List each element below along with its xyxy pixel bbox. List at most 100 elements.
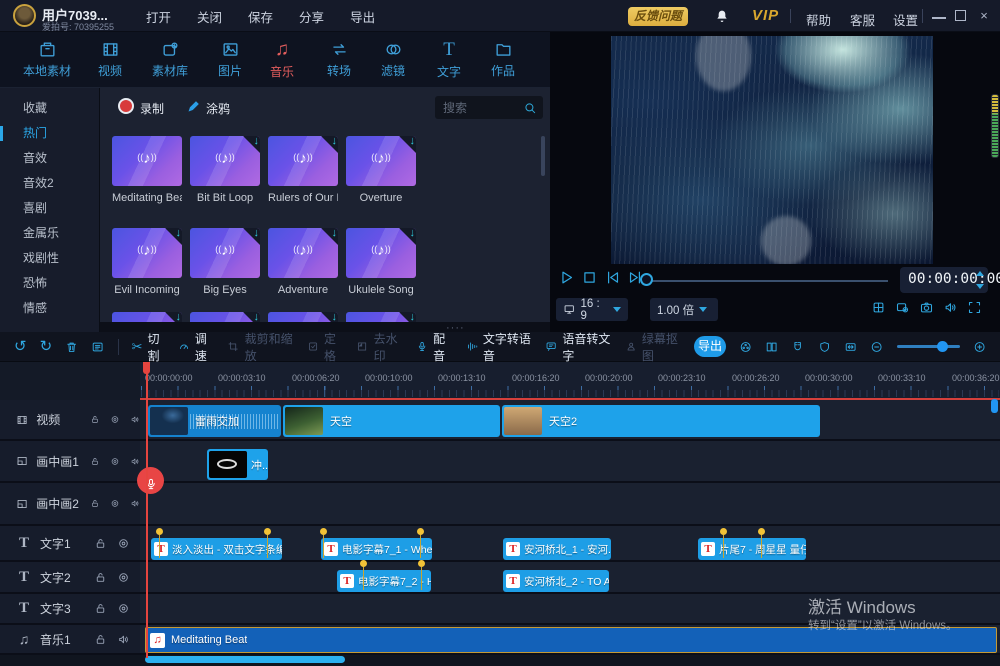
zoom-slider-handle[interactable] xyxy=(937,341,948,352)
timeline-horizontal-scrollbar[interactable] xyxy=(145,656,345,663)
doodle-button[interactable]: 涂鸦 xyxy=(206,100,230,117)
menu-share[interactable]: 分享 xyxy=(299,7,324,26)
category-comedy[interactable]: 喜剧 xyxy=(0,196,100,221)
panel-scrollbar[interactable] xyxy=(541,136,545,176)
fullscreen-icon[interactable] xyxy=(967,300,982,315)
zoom-in-icon[interactable] xyxy=(973,339,986,355)
music-card[interactable]: ♪ ↓ Ukulele Song xyxy=(346,228,416,296)
export-button[interactable]: 导出 xyxy=(694,336,726,357)
menu-open[interactable]: 打开 xyxy=(146,7,171,26)
eye-icon[interactable] xyxy=(110,455,120,468)
clip-text[interactable]: T 淡入淡出 - 双击文字条编辑 xyxy=(151,538,282,560)
tool-remove-watermark[interactable]: 去水印 xyxy=(356,330,403,364)
feedback-button[interactable]: 反馈问题 xyxy=(628,7,688,26)
eye-icon[interactable] xyxy=(117,571,130,584)
keyframe-reel-icon[interactable] xyxy=(739,339,752,355)
tool-text-to-speech[interactable]: 文字转语音 xyxy=(466,330,533,364)
shield-icon[interactable] xyxy=(818,339,831,355)
speaker-icon[interactable] xyxy=(130,413,140,426)
speaker-icon[interactable] xyxy=(130,455,140,468)
download-icon[interactable]: ↓ xyxy=(254,312,260,323)
keyframe-pin[interactable] xyxy=(156,528,163,535)
seek-bar[interactable] xyxy=(648,280,888,282)
lock-icon[interactable] xyxy=(90,497,100,510)
download-icon[interactable]: ↓ xyxy=(410,136,416,147)
skip-to-start-button[interactable] xyxy=(604,269,621,286)
keyframe-pin[interactable] xyxy=(418,560,425,567)
search-icon[interactable] xyxy=(523,100,537,115)
undo-icon[interactable]: ↺ xyxy=(14,339,27,355)
download-icon[interactable]: ↓ xyxy=(254,136,260,147)
tab-stock-library[interactable]: 素材库 xyxy=(138,40,202,79)
download-icon[interactable]: ↓ xyxy=(254,228,260,239)
vip-badge[interactable]: VIP xyxy=(752,7,779,24)
download-icon[interactable]: ↓ xyxy=(410,312,416,323)
stop-button[interactable] xyxy=(581,269,598,286)
track-manager-icon[interactable] xyxy=(91,339,104,355)
speaker-icon[interactable] xyxy=(130,497,140,510)
lock-icon[interactable] xyxy=(94,537,107,550)
seek-handle[interactable] xyxy=(640,273,653,286)
download-icon[interactable]: ↓ xyxy=(176,312,182,323)
tab-works[interactable]: 作品 xyxy=(471,40,535,79)
clip-text[interactable]: T 电影字幕7_1 - Whe... xyxy=(321,538,432,560)
category-sfx[interactable]: 音效 xyxy=(0,146,100,171)
screen-record-icon[interactable] xyxy=(895,300,910,315)
maximize-button[interactable] xyxy=(955,10,966,21)
keyframe-pin[interactable] xyxy=(360,560,367,567)
category-dramatic[interactable]: 戏剧性 xyxy=(0,246,100,271)
eye-icon[interactable] xyxy=(117,602,130,615)
tab-music[interactable]: ♫ 音乐 xyxy=(250,40,314,80)
tab-local-media[interactable]: 本地素材 xyxy=(15,40,79,79)
clip-text[interactable]: T 电影字幕7_2 - H... xyxy=(337,570,431,592)
redo-icon[interactable]: ↻ xyxy=(40,339,53,355)
help-link[interactable]: 帮助 xyxy=(806,10,831,29)
clip-text[interactable]: T 安河桥北_2 - TO A... xyxy=(503,570,609,592)
category-sfx2[interactable]: 音效2 xyxy=(0,171,100,196)
category-metal[interactable]: 金属乐 xyxy=(0,221,100,246)
clip-text[interactable]: T 安河桥北_1 - 安河... xyxy=(503,538,611,560)
lock-icon[interactable] xyxy=(94,633,107,646)
music-card[interactable]: ♪ ↓ Big Eyes xyxy=(190,228,260,296)
keyframe-pin[interactable] xyxy=(264,528,271,535)
speaker-icon[interactable] xyxy=(117,633,130,646)
download-icon[interactable]: ↓ xyxy=(332,136,338,147)
split-screen-icon[interactable] xyxy=(871,300,886,315)
tab-filter[interactable]: 滤镜 xyxy=(361,40,425,79)
clip-text[interactable]: T 片尾7 - 周星星 量仔... xyxy=(698,538,806,560)
clip-video-sky2[interactable]: 天空2 xyxy=(502,405,820,437)
split-view-icon[interactable] xyxy=(765,339,778,355)
record-button[interactable]: 录制 xyxy=(140,100,164,117)
lock-icon[interactable] xyxy=(94,571,107,584)
volume-icon[interactable] xyxy=(943,300,958,315)
category-emotion[interactable]: 情感 xyxy=(0,296,100,321)
download-icon[interactable]: ↓ xyxy=(332,228,338,239)
clip-video-storm[interactable]: 雷雨交加 xyxy=(148,405,281,437)
keyframe-pin[interactable] xyxy=(320,528,327,535)
music-card[interactable]: ♪ ↓ Overture xyxy=(346,136,416,204)
timecode-down-spinner[interactable] xyxy=(976,284,984,289)
settings-link[interactable]: 设置 xyxy=(893,10,918,29)
keyframe-pin[interactable] xyxy=(417,528,424,535)
download-icon[interactable]: ↓ xyxy=(410,228,416,239)
play-button[interactable] xyxy=(558,269,575,286)
menu-export[interactable]: 导出 xyxy=(350,7,375,26)
tool-speed[interactable]: 调速 xyxy=(178,330,215,364)
lock-icon[interactable] xyxy=(90,455,100,468)
tool-freeze-frame[interactable]: 定格 xyxy=(307,330,344,364)
lock-icon[interactable] xyxy=(94,602,107,615)
tool-voiceover[interactable]: 配音 xyxy=(416,330,453,364)
tool-speech-to-text[interactable]: 语音转文字 xyxy=(545,330,612,364)
tool-green-screen[interactable]: 绿幕抠图 xyxy=(625,330,682,364)
menu-save[interactable]: 保存 xyxy=(248,7,273,26)
download-icon[interactable]: ↓ xyxy=(176,228,182,239)
music-card[interactable]: ♪ ↓ Bit Bit Loop xyxy=(190,136,260,204)
zoom-out-icon[interactable] xyxy=(870,339,883,355)
aspect-ratio-select[interactable]: 16 : 9 xyxy=(556,298,628,321)
snapshot-camera-icon[interactable] xyxy=(919,300,934,315)
category-horror[interactable]: 恐怖 xyxy=(0,271,100,296)
keyframe-pin[interactable] xyxy=(758,528,765,535)
timeline-ruler[interactable]: 00:00:00:00 00:00:03:10 00:00:06:20 00:0… xyxy=(140,362,1000,400)
support-link[interactable]: 客服 xyxy=(850,10,875,29)
delete-icon[interactable] xyxy=(65,339,78,355)
